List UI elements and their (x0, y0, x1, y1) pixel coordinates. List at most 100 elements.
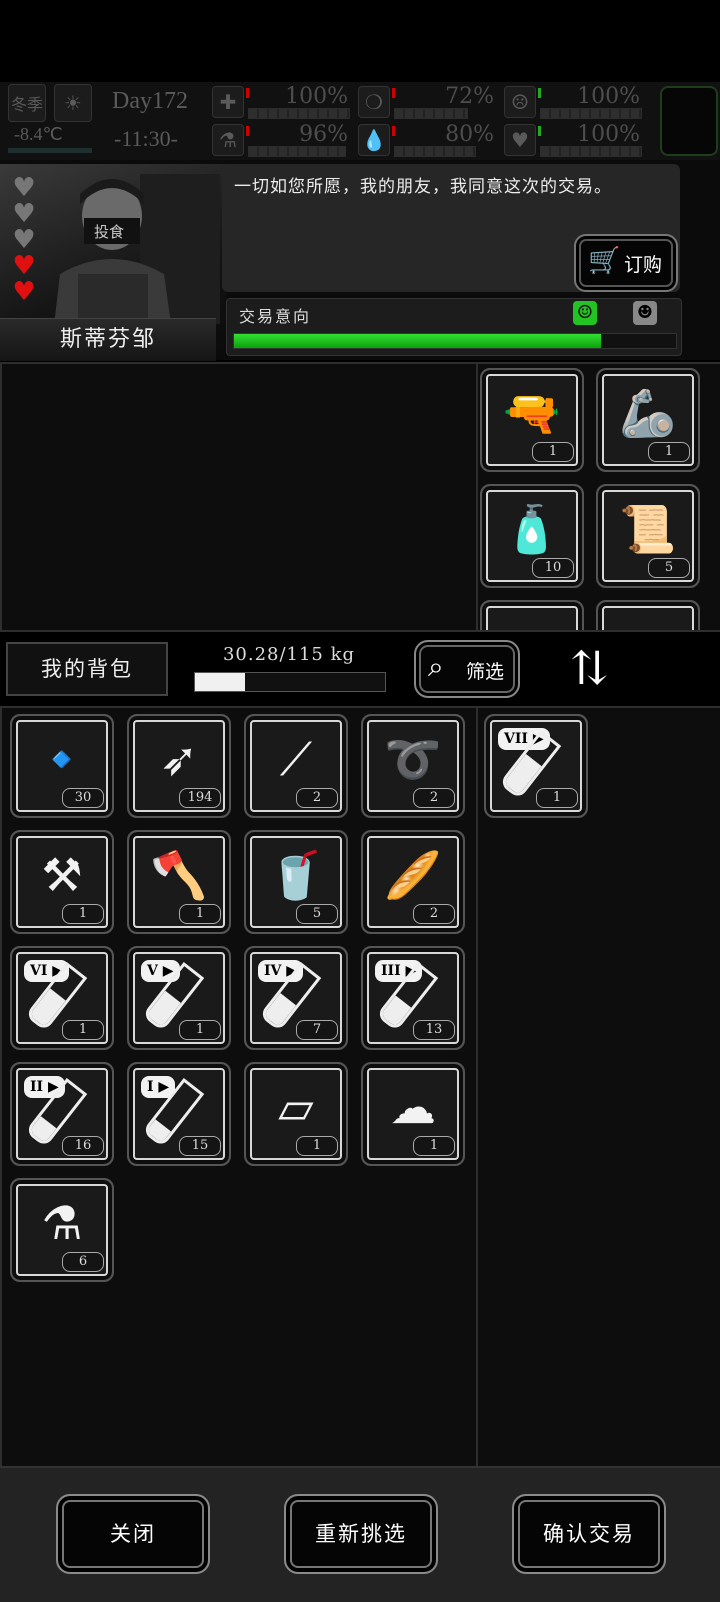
trade-intent-label: 交易意向 (239, 307, 312, 326)
item-slot-serum-vii[interactable]: VII ▶ 1 (484, 714, 588, 818)
item-slot-beaker[interactable]: ⚗ 6 (10, 1178, 114, 1282)
item-slot-bottles[interactable]: 🧴 10 (480, 484, 584, 588)
grin-face-icon: ☻ (633, 301, 657, 325)
stat-indicator (538, 88, 541, 98)
item-count: 13 (413, 1020, 455, 1040)
stat-indicator (246, 88, 249, 98)
stat-indicator (392, 88, 395, 98)
item-slot-rope[interactable]: ➰ 2 (361, 714, 465, 818)
hatchet-icon: 🪓 (150, 848, 208, 902)
swap-icon[interactable]: ⇅ (570, 638, 609, 698)
lockpicks-icon: ⟋ (279, 732, 313, 786)
item-slot-cloth[interactable]: ▱ 1 (244, 1062, 348, 1166)
item-slot-cola[interactable]: 🥤 5 (244, 830, 348, 934)
item-count: 2 (296, 788, 338, 808)
bag-inventory[interactable]: 🔹 30 ➶ 194 ⟋ 2 ➰ 2 ⚒ 1 🪓 1 🥤 5 🥖 2 VI ▶ 1 V ▶ 1 IV ▶ 7 III ▶ 13… (0, 706, 478, 1468)
stat-value: 96% (299, 122, 348, 147)
item-slot-bullets[interactable]: 🔹 30 (10, 714, 114, 818)
item-slot-bandage-roll[interactable]: 📜 5 (596, 484, 700, 588)
stat-indicator (392, 126, 395, 136)
stat-bar (248, 108, 350, 119)
arrows-icon: ➶ (159, 732, 199, 786)
dialog-text: 一切如您所愿，我的朋友，我同意这次的交易。 (234, 177, 612, 197)
item-slot-serum-vi[interactable]: VI ▶ 1 (10, 946, 114, 1050)
trader-inventory[interactable]: 🔫 1 🦾 1 🧴 10 📜 5 (476, 362, 720, 632)
item-slot-arrows[interactable]: ➶ 194 (127, 714, 231, 818)
tube-liquid (29, 988, 66, 1028)
tube-liquid (29, 1116, 57, 1144)
item-slot-bread[interactable]: 🥖 2 (361, 830, 465, 934)
arm-guards-icon: 🦾 (619, 386, 677, 440)
heart-filled-icon: ♥ (12, 277, 36, 307)
bag-weight-fill (195, 673, 245, 691)
cart-icon: 🛒 (588, 246, 621, 276)
tube-liquid (146, 990, 181, 1028)
trade-intent-fill (234, 334, 601, 348)
order-label: 订购 (624, 254, 663, 276)
item-count: 1 (413, 1136, 455, 1156)
temperature-bar (8, 148, 92, 153)
search-icon: ⌕ (428, 650, 444, 683)
item-slot-partial[interactable] (480, 600, 584, 630)
tube-liquid (380, 995, 412, 1028)
item-slot-partial[interactable] (596, 600, 700, 630)
item-count: 30 (62, 788, 104, 808)
bag-weight: 30.28/115 kg (222, 644, 356, 665)
equipped-slot[interactable] (660, 86, 718, 156)
shovel-icon: ⚒ (41, 848, 83, 902)
item-slot-serum-v[interactable]: V ▶ 1 (127, 946, 231, 1050)
item-count: 5 (296, 904, 338, 924)
item-slot-arm-guards[interactable]: 🦾 1 (596, 368, 700, 472)
heart-empty-icon: ♥ (12, 225, 36, 255)
trade-intent-panel: 交易意向 ☺ ☻ (226, 298, 682, 356)
towels-icon: ☁ (390, 1080, 436, 1134)
trade-intent-bar (233, 333, 677, 349)
item-count: 1 (179, 904, 221, 924)
bandage-roll-icon: 📜 (619, 502, 677, 556)
stat-indicator (246, 126, 249, 136)
item-count: 1 (62, 904, 104, 924)
item-slot-serum-iv[interactable]: IV ▶ 7 (244, 946, 348, 1050)
item-count: 1 (648, 442, 690, 462)
item-slot-shovel[interactable]: ⚒ 1 (10, 830, 114, 934)
my-bag-label: 我的背包 (6, 642, 168, 696)
filter-button[interactable]: ⌕ 筛选 (414, 640, 520, 698)
item-slot-minigun[interactable]: 🔫 1 (480, 368, 584, 472)
stat-value: 100% (577, 84, 640, 109)
trade-offer-area[interactable] (0, 362, 478, 632)
medkit-icon: ✚ (212, 86, 244, 118)
reselect-button[interactable]: 重新挑选 (284, 1494, 438, 1574)
heart-filled-icon: ♥ (12, 251, 36, 281)
close-button[interactable]: 关闭 (56, 1494, 210, 1574)
stat-bar (540, 108, 642, 119)
face-icon: ☹ (504, 86, 536, 118)
heart-empty-icon: ♥ (12, 173, 36, 203)
stat-bar (248, 146, 346, 157)
item-count: 1 (296, 1136, 338, 1156)
player-offer-area[interactable]: VII ▶ 1 (476, 706, 720, 1468)
item-count: 16 (62, 1136, 104, 1156)
heart-icon: ♥ (504, 124, 536, 156)
item-slot-lockpicks[interactable]: ⟋ 2 (244, 714, 348, 818)
item-count: 194 (179, 788, 221, 808)
day-counter: Day172 (112, 88, 188, 114)
stomach-icon: ❍ (358, 86, 390, 118)
minigun-icon: 🔫 (503, 386, 561, 440)
confirm-trade-button[interactable]: 确认交易 (512, 1494, 666, 1574)
flask-icon: ⚗ (212, 124, 244, 156)
water-drop-icon: 💧 (358, 124, 390, 156)
item-count: 6 (62, 1252, 104, 1272)
temperature: -8.4℃ (14, 124, 63, 144)
stat-bar (540, 146, 642, 157)
item-slot-serum-iii[interactable]: III ▶ 13 (361, 946, 465, 1050)
heart-empty-icon: ♥ (12, 199, 36, 229)
item-slot-serum-ii[interactable]: II ▶ 16 (10, 1062, 114, 1166)
order-button[interactable]: 🛒 订购 (574, 234, 678, 292)
stat-value: 72% (445, 84, 494, 109)
clock: -11:30- (114, 126, 178, 151)
item-slot-towels[interactable]: ☁ 1 (361, 1062, 465, 1166)
item-count: 5 (648, 558, 690, 578)
item-slot-hatchet[interactable]: 🪓 1 (127, 830, 231, 934)
happy-face-icon: ☺ (573, 301, 597, 325)
item-slot-serum-i[interactable]: I ▶ 15 (127, 1062, 231, 1166)
